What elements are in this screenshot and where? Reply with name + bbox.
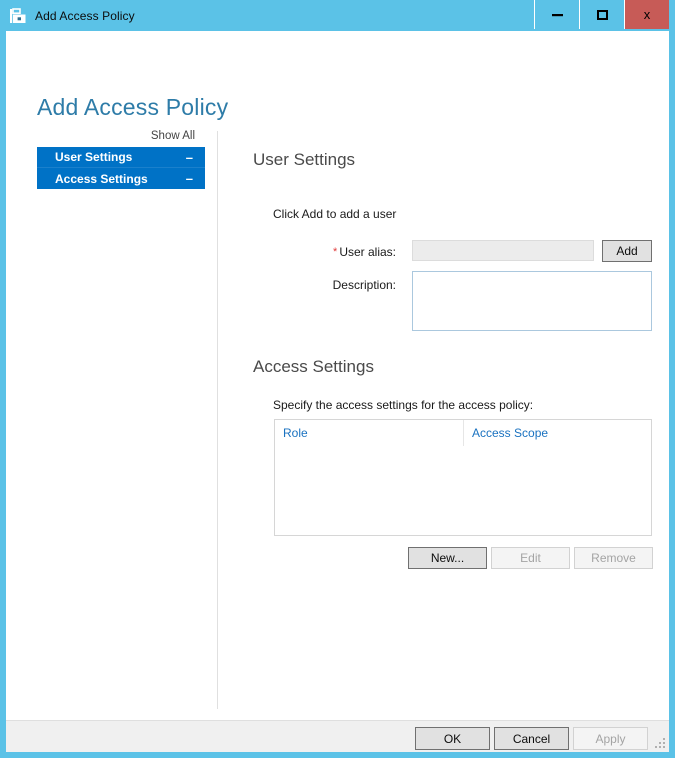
new-button[interactable]: New... — [408, 547, 487, 569]
resize-grip-icon[interactable] — [654, 737, 666, 749]
dialog-client-area: Add Access Policy Show All User Settings… — [6, 31, 669, 752]
remove-button[interactable]: Remove — [574, 547, 653, 569]
required-asterisk-icon: * — [333, 246, 338, 258]
column-header-access-scope[interactable]: Access Scope — [463, 420, 651, 446]
user-settings-heading: User Settings — [253, 150, 356, 169]
content-pane: User Settings Click Add to add a user * U… — [6, 31, 669, 752]
add-user-button[interactable]: Add — [602, 240, 652, 262]
user-alias-label-text: User alias: — [339, 245, 396, 259]
caption-button-group: x — [534, 0, 669, 31]
user-settings-hint: Click Add to add a user — [273, 207, 397, 221]
user-alias-label: * User alias: — [264, 245, 396, 259]
dialog-window: Add Access Policy x Add Access Policy Sh — [0, 0, 675, 758]
apply-button[interactable]: Apply — [573, 727, 648, 750]
footer-button-group: OK Cancel Apply — [415, 727, 648, 750]
maximize-button[interactable] — [579, 0, 624, 29]
table-header-row: Role Access Scope — [275, 420, 651, 446]
access-settings-heading: Access Settings — [253, 357, 374, 376]
description-label: Description: — [332, 278, 396, 292]
close-button[interactable]: x — [624, 0, 669, 29]
title-bar: Add Access Policy x — [0, 0, 675, 31]
description-input[interactable] — [412, 271, 652, 331]
policy-toolbox-icon — [10, 7, 26, 23]
ok-button[interactable]: OK — [415, 727, 490, 750]
table-body-empty — [275, 446, 651, 535]
access-settings-hint: Specify the access settings for the acce… — [273, 398, 534, 412]
user-alias-input[interactable] — [412, 240, 594, 261]
access-settings-table[interactable]: Role Access Scope — [274, 419, 652, 536]
minimize-icon — [551, 14, 563, 17]
close-icon: x — [643, 7, 651, 22]
edit-button[interactable]: Edit — [491, 547, 570, 569]
maximize-icon — [596, 9, 608, 20]
dialog-footer: OK Cancel Apply — [6, 720, 669, 752]
column-header-role[interactable]: Role — [275, 426, 463, 440]
access-settings-button-group: New... Edit Remove — [408, 547, 653, 569]
cancel-button[interactable]: Cancel — [494, 727, 569, 750]
window-title: Add Access Policy — [35, 8, 135, 23]
minimize-button[interactable] — [534, 0, 579, 29]
